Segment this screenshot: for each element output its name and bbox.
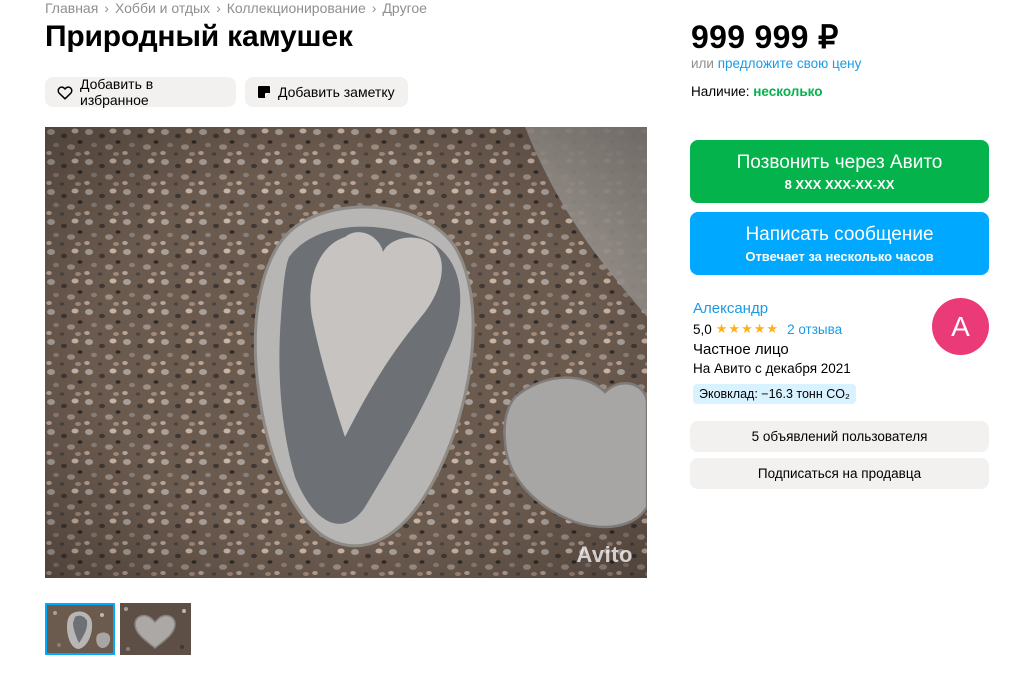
add-note-label: Добавить заметку — [278, 84, 395, 100]
breadcrumb-item-home[interactable]: Главная — [45, 0, 98, 16]
reviews-link[interactable]: 2 отзыва — [787, 322, 842, 337]
availability-value: несколько — [753, 84, 823, 99]
subscribe-seller-button[interactable]: Подписаться на продавца — [690, 458, 989, 489]
eco-badge[interactable]: Эковклад: −16.3 тонн CO₂ — [693, 384, 856, 404]
breadcrumb-separator: › — [216, 0, 221, 16]
offer-line: или предложите свою цену — [691, 56, 861, 71]
write-message-button[interactable]: Написать сообщение Отвечает за несколько… — [690, 212, 989, 275]
call-button[interactable]: Позвонить через Авито 8 XXX XXX-XX-XX — [690, 140, 989, 203]
phone-number: 8 XXX XXX-XX-XX — [784, 176, 895, 192]
price: 999 999 ₽ — [691, 19, 839, 55]
product-photo[interactable]: Avito — [45, 127, 647, 578]
availability: Наличие: несколько — [691, 84, 822, 99]
add-to-favorites-button[interactable]: Добавить в избранное — [45, 76, 236, 108]
response-time: Отвечает за несколько часов — [745, 248, 934, 264]
user-listings-button[interactable]: 5 объявлений пользователя — [690, 421, 989, 452]
page-title: Природный камушек — [45, 20, 353, 53]
rating-value: 5,0 — [693, 321, 712, 337]
write-message-label: Написать сообщение — [745, 223, 934, 245]
add-to-favorites-label: Добавить в избранное — [80, 76, 154, 108]
breadcrumb-separator: › — [104, 0, 109, 16]
breadcrumb-item-hobby[interactable]: Хобби и отдых — [115, 0, 210, 16]
call-button-label: Позвонить через Авито — [736, 151, 943, 173]
breadcrumb-item-collecting[interactable]: Коллекционирование — [227, 0, 366, 16]
gallery-thumbnail[interactable] — [120, 603, 191, 655]
seller-rating: 5,0 ★★★★★ 2 отзыва — [693, 321, 842, 337]
offer-prefix: или — [691, 56, 714, 71]
breadcrumb-separator: › — [371, 0, 377, 16]
rating-stars-icon: ★★★★★ — [715, 321, 780, 336]
heart-icon — [57, 85, 73, 100]
seller-type: Частное лицо — [693, 341, 789, 358]
seller-since: На Авито с декабря 2021 — [693, 361, 851, 376]
avito-watermark: Avito — [576, 542, 633, 567]
note-icon — [257, 85, 271, 99]
breadcrumb: Главная › Хобби и отдых › Коллекциониров… — [45, 0, 427, 16]
add-note-button[interactable]: Добавить заметку — [245, 77, 408, 107]
availability-label: Наличие: — [691, 84, 750, 99]
gallery-thumbnail[interactable] — [45, 603, 115, 655]
offer-price-link[interactable]: предложите свою цену — [718, 56, 862, 71]
breadcrumb-item-other[interactable]: Другое — [382, 0, 426, 16]
seller-name[interactable]: Александр — [693, 300, 768, 317]
avatar[interactable]: А — [932, 298, 989, 355]
